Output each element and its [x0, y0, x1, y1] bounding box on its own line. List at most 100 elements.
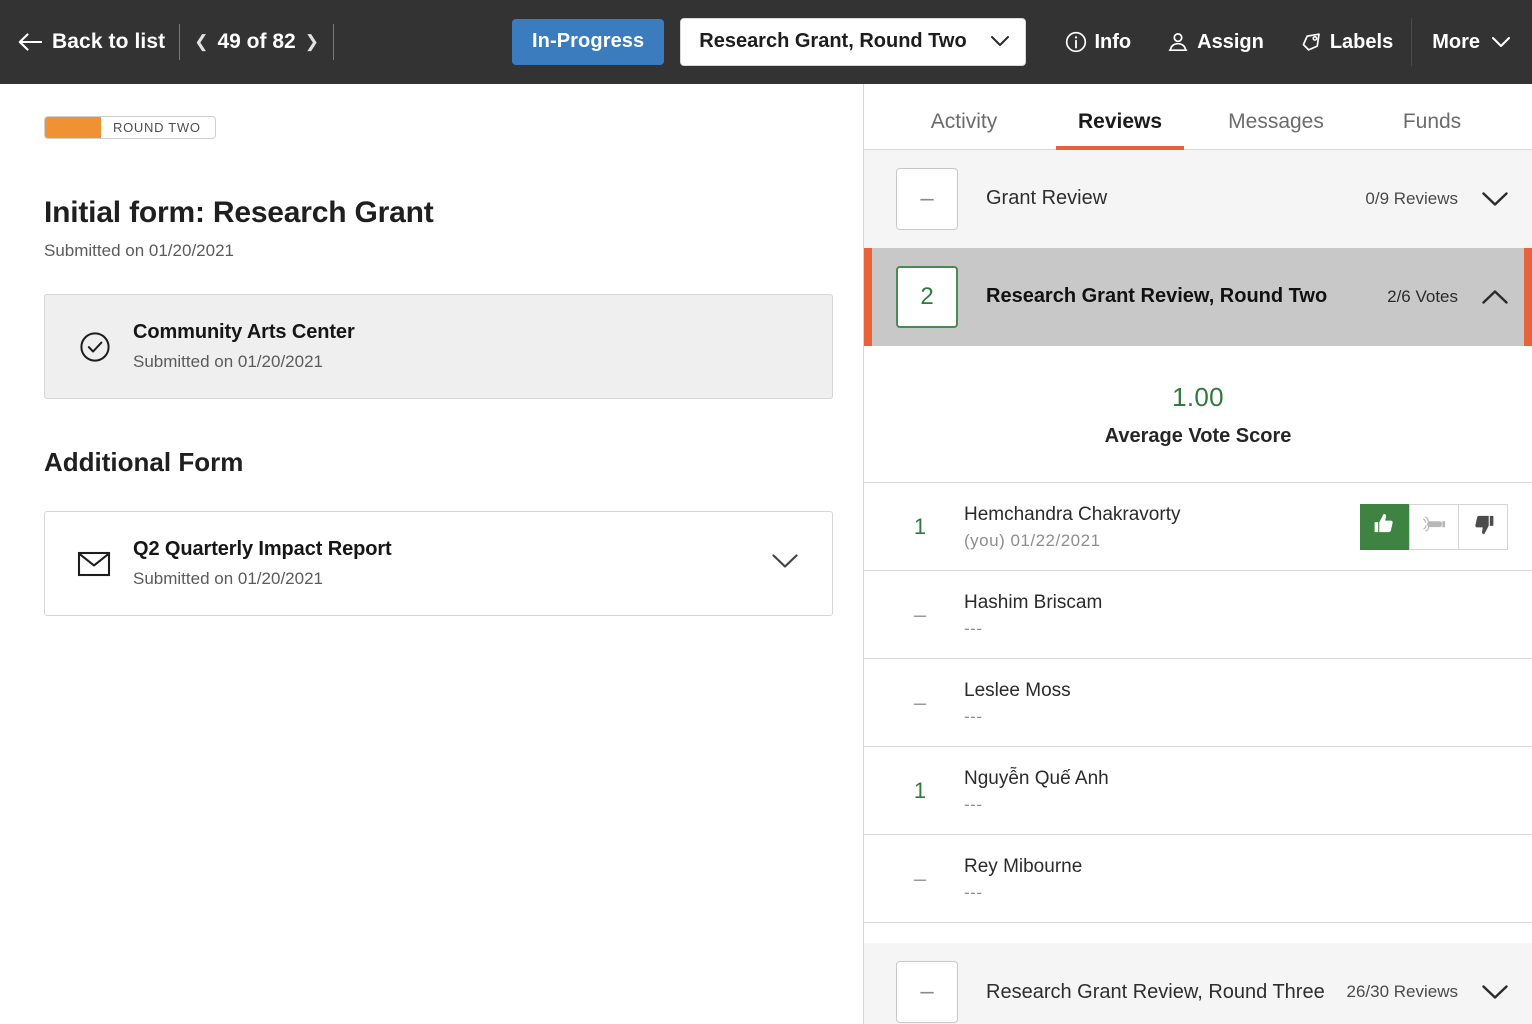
reviews-pane: Activity Reviews Messages Funds – Grant … — [864, 84, 1532, 1024]
review-group-count: 26/30 Reviews — [1346, 982, 1458, 1002]
pane-tabs: Activity Reviews Messages Funds — [864, 84, 1532, 150]
toolbar-divider-2 — [333, 24, 334, 60]
review-group-title: Grant Review — [986, 185, 1365, 212]
additional-form-card[interactable]: Q2 Quarterly Impact Report Submitted on … — [44, 511, 833, 616]
chevron-down-icon[interactable] — [1482, 985, 1508, 1000]
voter-info: Leslee Moss --- — [964, 678, 1508, 727]
voter-meta: --- — [964, 795, 1508, 815]
thumbs-down-icon — [1470, 511, 1496, 542]
voter-score: – — [876, 602, 964, 628]
voter-meta: --- — [964, 883, 1508, 903]
vote-maybe-button[interactable] — [1409, 504, 1459, 550]
average-vote-score-value: 1.00 — [864, 382, 1532, 413]
round-select-value: Research Grant, Round Two — [699, 30, 966, 53]
initial-form-submitted: Submitted on 01/20/2021 — [133, 352, 355, 372]
review-group-title: Research Grant Review, Round Two — [986, 283, 1387, 310]
round-badge-swatch — [45, 117, 101, 138]
round-badge: ROUND TWO — [44, 116, 216, 139]
round-select-dropdown[interactable]: Research Grant, Round Two — [680, 18, 1026, 66]
toolbar-left-group: Back to list ❮ 49 of 82 ❯ — [0, 24, 348, 60]
additional-form-heading: Additional Form — [44, 447, 833, 478]
reviews-list: – Grant Review 0/9 Reviews 2 Research Gr… — [864, 150, 1532, 1024]
thumbs-up-icon — [1372, 511, 1398, 542]
info-button[interactable]: Info — [1047, 18, 1150, 66]
check-circle-icon — [77, 329, 123, 365]
voter-info: Hemchandra Chakravorty (you) 01/22/2021 — [964, 502, 1360, 551]
labels-button[interactable]: Labels — [1282, 18, 1411, 66]
tab-reviews[interactable]: Reviews — [1042, 110, 1198, 149]
labels-label: Labels — [1330, 31, 1393, 54]
info-icon — [1065, 31, 1087, 53]
voter-name: Leslee Moss — [964, 678, 1508, 703]
review-group-round-two[interactable]: 2 Research Grant Review, Round Two 2/6 V… — [864, 248, 1532, 346]
record-pager: ❮ 49 of 82 ❯ — [194, 30, 319, 54]
voter-info: Hashim Briscam --- — [964, 590, 1508, 639]
initial-form-text: Community Arts Center Submitted on 01/20… — [133, 321, 355, 372]
application-detail-pane: ROUND TWO Initial form: Research Grant S… — [0, 84, 864, 1024]
initial-form-card[interactable]: Community Arts Center Submitted on 01/20… — [44, 294, 833, 399]
review-group-score-badge: – — [896, 168, 958, 230]
chevron-up-icon[interactable] — [1482, 290, 1508, 305]
voter-score: 1 — [876, 514, 964, 540]
voter-row[interactable]: – Leslee Moss --- — [864, 659, 1532, 747]
envelope-icon — [77, 550, 123, 578]
vote-button-group — [1360, 504, 1508, 550]
more-label: More — [1432, 31, 1480, 54]
additional-form-name: Q2 Quarterly Impact Report — [133, 538, 392, 561]
vote-no-button[interactable] — [1458, 504, 1508, 550]
back-to-list-button[interactable]: Back to list — [18, 30, 165, 54]
voter-name: Nguyễn Quế Anh — [964, 766, 1508, 791]
chevron-down-icon[interactable] — [772, 554, 798, 574]
chevron-down-icon[interactable] — [1482, 192, 1508, 207]
additional-form-text: Q2 Quarterly Impact Report Submitted on … — [133, 538, 392, 589]
review-group-score-badge: 2 — [896, 266, 958, 328]
toolbar-center-group: In-Progress Research Grant, Round Two — [512, 18, 1026, 66]
voter-meta: --- — [964, 707, 1508, 727]
info-label: Info — [1095, 31, 1132, 54]
back-to-list-label: Back to list — [52, 30, 165, 54]
review-group-count: 2/6 Votes — [1387, 287, 1458, 307]
voter-score: – — [876, 690, 964, 716]
assign-button[interactable]: Assign — [1149, 18, 1282, 66]
status-button[interactable]: In-Progress — [512, 19, 664, 65]
voter-row[interactable]: 1 Nguyễn Quế Anh --- — [864, 747, 1532, 835]
voter-name: Hashim Briscam — [964, 590, 1508, 615]
arrow-left-icon — [18, 33, 42, 51]
toolbar-divider-1 — [179, 24, 180, 60]
voter-info: Rey Mibourne --- — [964, 854, 1508, 903]
page-title: Initial form: Research Grant — [44, 196, 833, 230]
initial-form-name: Community Arts Center — [133, 321, 355, 344]
voter-name: Hemchandra Chakravorty — [964, 502, 1360, 527]
top-toolbar: Back to list ❮ 49 of 82 ❯ In-Progress Re… — [0, 0, 1532, 84]
tab-funds[interactable]: Funds — [1354, 110, 1510, 149]
voter-meta: (you) 01/22/2021 — [964, 531, 1360, 551]
toolbar-right-group: Info Assign Labels More — [1047, 18, 1517, 66]
voter-row[interactable]: – Hashim Briscam --- — [864, 571, 1532, 659]
chevron-right-icon[interactable]: ❯ — [305, 32, 319, 52]
voter-row[interactable]: – Rey Mibourne --- — [864, 835, 1532, 923]
average-vote-score-block: 1.00 Average Vote Score — [864, 346, 1532, 483]
review-group-grant-review[interactable]: – Grant Review 0/9 Reviews — [864, 150, 1532, 248]
chevron-down-icon — [991, 36, 1009, 47]
voter-score: 1 — [876, 778, 964, 804]
average-vote-score-label: Average Vote Score — [864, 425, 1532, 448]
chevron-left-icon[interactable]: ❮ — [194, 32, 208, 52]
more-button[interactable]: More — [1411, 18, 1516, 66]
voter-row[interactable]: 1 Hemchandra Chakravorty (you) 01/22/202… — [864, 483, 1532, 571]
review-group-round-three[interactable]: – Research Grant Review, Round Three 26/… — [864, 943, 1532, 1024]
chevron-down-icon — [1492, 37, 1510, 48]
waving-hand-icon — [1421, 511, 1447, 542]
additional-form-submitted: Submitted on 01/20/2021 — [133, 569, 392, 589]
tab-messages[interactable]: Messages — [1198, 110, 1354, 149]
review-group-score-badge: – — [896, 961, 958, 1023]
voter-score: – — [876, 866, 964, 892]
assign-label: Assign — [1197, 31, 1264, 54]
review-group-title: Research Grant Review, Round Three — [986, 979, 1346, 1006]
tab-activity[interactable]: Activity — [886, 110, 1042, 149]
voter-info: Nguyễn Quế Anh --- — [964, 766, 1508, 815]
vote-yes-button[interactable] — [1360, 504, 1410, 550]
tag-icon — [1300, 31, 1322, 53]
pager-count: 49 of 82 — [217, 30, 295, 54]
person-icon — [1167, 31, 1189, 53]
voter-name: Rey Mibourne — [964, 854, 1508, 879]
